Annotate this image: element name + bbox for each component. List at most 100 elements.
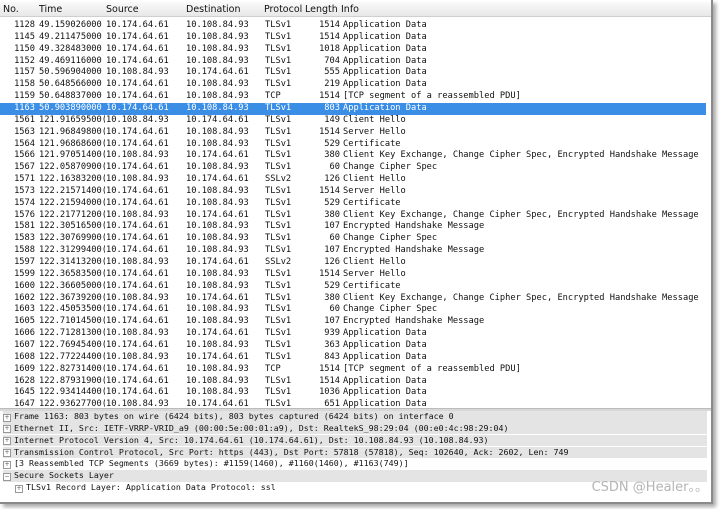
packet-source: 10.108.84.93 [106,328,169,339]
packet-row[interactable]: 1564 121.96868600(10.174.64.61 10.108.84.9… [0,139,706,151]
packet-row[interactable]: 1145 49.211475000 10.174.64.61 10.108.84.93… [0,32,706,44]
packet-row[interactable]: 1599 122.36583500(10.174.64.61 10.108.84.9… [0,269,706,281]
packet-row[interactable]: 1602 122.36739200(10.108.84.93 10.174.64.6… [0,293,706,305]
packet-row[interactable]: 1158 50.648566000 10.174.64.61 10.108.84.93… [0,79,706,91]
packet-time: 122.45053500( [39,304,105,315]
packet-row[interactable]: 1588 122.31299400(10.174.64.61 10.108.84.9… [0,245,706,257]
packet-length: 1514 [319,363,340,374]
column-destination[interactable]: Destination [186,4,241,15]
packet-list[interactable]: 1128 49.159026000 10.174.64.61 10.108.84.93… [0,15,711,409]
packet-length: 939 [324,328,340,339]
packet-protocol: TLSv1 [265,67,292,78]
packet-row[interactable]: 1152 49.469116000 10.174.64.61 10.108.84.93… [0,56,706,68]
column-length[interactable]: Length [305,4,338,15]
packet-source: 10.174.64.61 [106,55,169,66]
detail-tree-item[interactable]: + Internet Protocol Version 4, Src: 10.17… [3,434,707,447]
packet-destination: 10.174.64.61 [186,67,249,78]
detail-tree-item[interactable]: + Ethernet II, Src: IETF-VRRP-VRID_a9 (00… [3,422,707,435]
packet-row[interactable]: 1163 50.903890000 10.174.64.61 10.108.84.93… [0,102,706,115]
packet-row[interactable]: 1607 122.76945400(10.174.64.61 10.108.84.9… [0,340,706,352]
detail-text: Frame 1163: 803 bytes on wire (6424 bits… [14,411,454,421]
packet-length: 219 [324,79,340,90]
packet-protocol: SSLv2 [265,174,292,185]
packet-row[interactable]: 1597 122.31413200(10.108.84.93 10.174.64.6… [0,257,706,269]
packet-row[interactable]: 1609 122.82731400(10.174.64.61 10.108.84.9… [0,364,706,376]
packet-length: 107 [324,221,340,232]
packet-row[interactable]: 1600 122.36605000(10.174.64.61 10.108.84.9… [0,281,706,293]
expand-icon[interactable]: + [3,425,11,434]
expand-icon[interactable]: + [3,413,11,422]
packet-row[interactable]: 1566 121.97051400(10.108.84.93 10.174.64.6… [0,150,706,162]
packet-length: 107 [324,316,340,327]
packet-source: 10.174.64.61 [106,233,169,244]
packet-length: 1018 [319,43,340,54]
detail-text: Internet Protocol Version 4, Src: 10.174… [14,434,489,445]
expand-icon[interactable]: + [3,449,11,458]
packet-info: Certificate [343,138,401,149]
column-info[interactable]: Info [341,4,359,15]
packet-protocol: TLSv1 [265,233,292,244]
collapse-icon[interactable]: − [3,472,11,481]
packet-row[interactable]: 1645 122.93414400(10.174.64.61 10.108.84.9… [0,387,706,399]
column-protocol[interactable]: Protocol [264,4,302,15]
expand-icon[interactable]: + [15,484,23,493]
packet-row[interactable]: 1606 122.71281300(10.108.84.93 10.174.64.6… [0,328,706,340]
packet-length: 380 [324,209,340,220]
packet-row[interactable]: 1157 50.596904000 10.108.84.93 10.174.64.61… [0,67,706,79]
packet-row[interactable]: 1567 122.05870900(10.174.64.61 10.108.84.9… [0,162,706,174]
packet-time: 122.77224400( [39,351,105,362]
packet-row[interactable]: 1576 122.21771200(10.108.84.93 10.174.64.6… [0,210,706,222]
detail-tree-item[interactable]: + Frame 1163: 803 bytes on wire (6424 bit… [3,411,707,423]
packet-destination: 10.108.84.93 [186,221,249,232]
packet-info: Application Data [343,43,427,54]
packet-source: 10.174.64.61 [106,138,169,149]
packet-destination: 10.108.84.93 [186,197,249,208]
packet-length: 1514 [319,126,340,137]
detail-text: TLSv1 Record Layer: Application Data Pro… [26,482,276,493]
detail-tree-item[interactable]: + [3 Reassembled TCP Segments (3669 bytes… [3,458,707,470]
packet-row[interactable]: 1571 122.16383200(10.108.84.93 10.174.64.6… [0,174,706,186]
packet-row[interactable]: 1581 122.30516500(10.174.64.61 10.108.84.9… [0,221,706,233]
packet-no: 1599 [14,268,35,279]
packet-row[interactable]: 1128 49.159026000 10.174.64.61 10.108.84.93… [0,20,706,32]
packet-length: 1514 [319,20,340,30]
packet-destination: 10.108.84.93 [186,43,249,54]
packet-row[interactable]: 1150 49.328483000 10.174.64.61 10.108.84.93… [0,44,706,56]
packet-row[interactable]: 1583 122.30769900(10.174.64.61 10.108.84.9… [0,233,706,245]
packet-row[interactable]: 1608 122.77224400(10.108.84.93 10.174.64.6… [0,352,706,364]
column-time[interactable]: Time [39,4,62,15]
detail-tree-item[interactable]: + Transmission Control Protocol, Src Port… [3,446,707,459]
packet-row[interactable]: 1159 50.648837000 10.174.64.61 10.108.84.93… [0,91,706,103]
packet-no: 1645 [14,387,35,398]
packet-source: 10.174.64.61 [106,363,169,374]
packet-source: 10.174.64.61 [106,102,169,113]
packet-row[interactable]: 1563 121.96849800(10.174.64.61 10.108.84.9… [0,127,706,139]
packet-length: 1514 [319,31,340,42]
packet-destination: 10.108.84.93 [186,79,249,90]
packet-row[interactable]: 1574 122.21594000(10.174.64.61 10.108.84.9… [0,198,706,210]
packet-info: Server Hello [343,268,406,279]
packet-row[interactable]: 1561 121.91659500(10.108.84.93 10.174.64.6… [0,115,706,127]
packet-length: 363 [324,339,340,350]
expand-icon[interactable]: + [3,437,11,446]
packet-time: 122.93414400( [39,387,105,398]
packet-protocol: TLSv1 [265,316,292,327]
packet-length: 380 [324,292,340,303]
packet-source: 10.174.64.61 [106,185,169,196]
packet-row[interactable]: 1628 122.87931900(10.174.64.61 10.108.84.9… [0,376,706,388]
packet-row[interactable]: 1603 122.45053500(10.174.64.61 10.108.84.9… [0,304,706,316]
packet-info: Application Data [343,351,427,362]
packet-no: 1581 [14,221,35,232]
column-source[interactable]: Source [106,4,139,15]
packet-protocol: TLSv1 [265,221,292,232]
packet-source: 10.174.64.61 [106,126,169,137]
packet-row[interactable]: 1573 122.21571400(10.174.64.61 10.108.84.9… [0,186,706,198]
packet-source: 10.174.64.61 [106,339,169,350]
expand-icon[interactable]: + [3,460,11,469]
packet-no: 1566 [14,150,35,161]
packet-row[interactable]: 1605 122.71014500(10.174.64.61 10.108.84.9… [0,316,706,328]
packet-no: 1628 [14,375,35,386]
packet-info: Application Data [343,375,427,386]
column-no[interactable]: No. [3,4,19,15]
packet-length: 60 [329,233,340,244]
